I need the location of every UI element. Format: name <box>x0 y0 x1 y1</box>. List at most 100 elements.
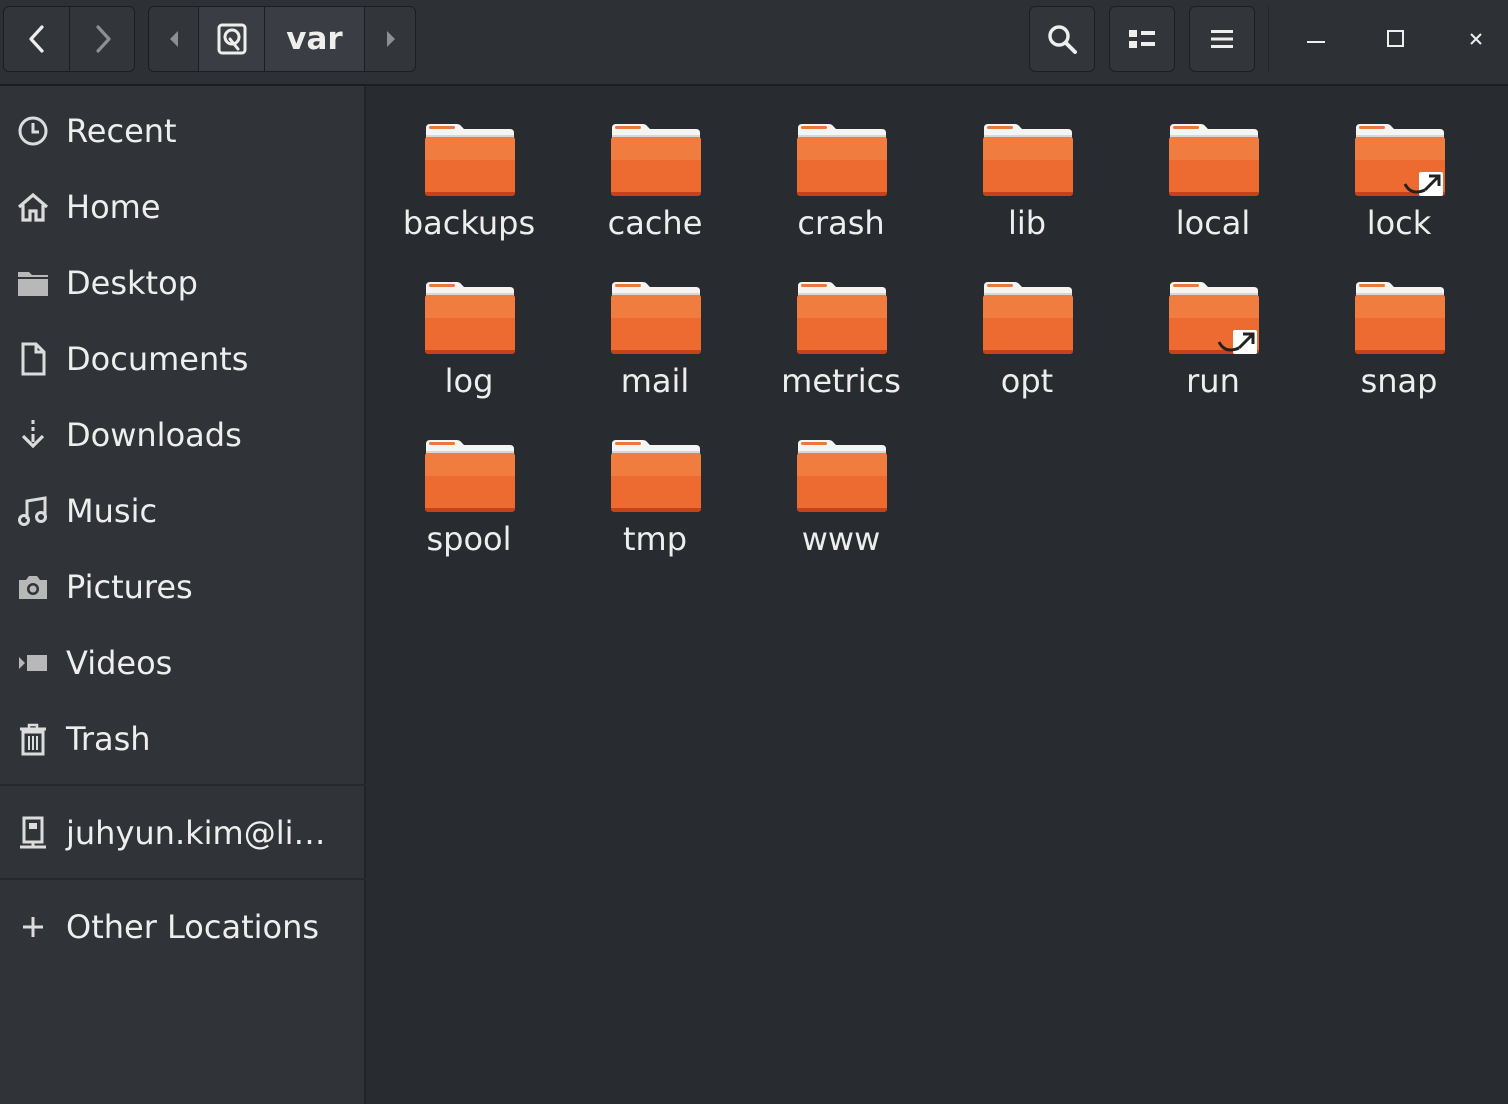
folder-item[interactable]: lock <box>1306 98 1492 248</box>
folder-icon <box>981 278 1075 358</box>
path-root-button[interactable] <box>199 7 265 71</box>
header-bar: var <box>0 0 1508 86</box>
folder-item[interactable]: local <box>1120 98 1306 248</box>
document-icon <box>16 342 50 376</box>
hamburger-menu-icon <box>1211 30 1233 48</box>
folder-name: backups <box>402 204 536 242</box>
folder-name: snap <box>1360 362 1438 400</box>
folder-item[interactable]: opt <box>934 256 1120 406</box>
folder-icon <box>1167 120 1261 200</box>
home-icon <box>16 190 50 224</box>
sidebar-item-label: Pictures <box>66 568 193 606</box>
back-button[interactable] <box>4 7 70 71</box>
sidebar-item-desktop[interactable]: Desktop <box>0 250 364 316</box>
folder-name: lib <box>1007 204 1047 242</box>
sidebar-item-network-server[interactable]: juhyun.kim@li… <box>0 800 364 866</box>
folder-icon <box>423 436 517 516</box>
sidebar-item-label: Documents <box>66 340 249 378</box>
folder-item[interactable]: spool <box>376 414 562 564</box>
folder-name: metrics <box>781 362 901 400</box>
header-separator <box>1268 6 1269 72</box>
folder-item[interactable]: snap <box>1306 256 1492 406</box>
sidebar-item-label: Downloads <box>66 416 242 454</box>
sidebar-item-pictures[interactable]: Pictures <box>0 554 364 620</box>
folder-item[interactable]: run <box>1120 256 1306 406</box>
folder-name: opt <box>1000 362 1054 400</box>
remote-server-icon <box>16 816 50 850</box>
sidebar-item-label: juhyun.kim@li… <box>66 814 326 852</box>
folder-name: run <box>1186 362 1240 400</box>
sidebar-item-home[interactable]: Home <box>0 174 364 240</box>
app-menu-button[interactable] <box>1189 6 1255 72</box>
list-view-icon <box>1129 30 1155 48</box>
folder-symlink-icon <box>1353 120 1447 200</box>
folder-name: www <box>801 520 881 558</box>
sidebar-item-downloads[interactable]: Downloads <box>0 402 364 468</box>
folder-icon <box>16 266 50 300</box>
folder-icon <box>609 278 703 358</box>
folder-name: crash <box>797 204 885 242</box>
sidebar-item-music[interactable]: Music <box>0 478 364 544</box>
folder-item[interactable]: mail <box>562 256 748 406</box>
minimize-icon <box>1307 41 1325 43</box>
sidebar-item-label: Videos <box>66 644 173 682</box>
path-scroll-right-icon <box>386 31 395 47</box>
folder-name: cache <box>607 204 703 242</box>
sidebar-item-trash[interactable]: Trash <box>0 706 364 772</box>
view-toggle-button[interactable] <box>1109 6 1175 72</box>
sidebar-item-documents[interactable]: Documents <box>0 326 364 392</box>
folder-name: spool <box>426 520 512 558</box>
sidebar-item-label: Trash <box>66 720 151 758</box>
camera-icon <box>16 570 50 604</box>
folder-item[interactable]: metrics <box>748 256 934 406</box>
folder-icon <box>795 120 889 200</box>
folder-icon <box>609 436 703 516</box>
sidebar-item-label: Desktop <box>66 264 198 302</box>
sidebar-item-recent[interactable]: Recent <box>0 98 364 164</box>
close-icon <box>1470 33 1482 45</box>
download-icon <box>16 418 50 452</box>
file-icon-view: backups cache crash lib local lock log m… <box>368 88 1508 1104</box>
path-scroll-left-icon <box>169 31 178 47</box>
path-scroll-right-button[interactable] <box>365 7 415 71</box>
folder-item[interactable]: cache <box>562 98 748 248</box>
folder-item[interactable]: crash <box>748 98 934 248</box>
video-icon <box>16 646 50 680</box>
search-icon <box>1048 25 1077 54</box>
folder-item[interactable]: tmp <box>562 414 748 564</box>
folder-icon <box>423 278 517 358</box>
sidebar-item-other-locations[interactable]: Other Locations <box>0 894 364 960</box>
folder-item[interactable]: lib <box>934 98 1120 248</box>
folder-icon <box>1353 278 1447 358</box>
folder-name: tmp <box>622 520 688 558</box>
folder-icon <box>423 120 517 200</box>
sidebar-item-label: Recent <box>66 112 177 150</box>
navigation-buttons <box>3 6 135 72</box>
folder-symlink-icon <box>1167 278 1261 358</box>
folder-name: log <box>444 362 494 400</box>
drive-icon <box>217 23 246 55</box>
places-sidebar: Recent Home Desktop Documents Downloads … <box>0 86 366 1104</box>
folder-icon <box>609 120 703 200</box>
path-bar: var <box>148 6 416 72</box>
folder-icon <box>981 120 1075 200</box>
maximize-icon <box>1387 30 1404 47</box>
sidebar-item-label: Other Locations <box>66 908 320 946</box>
sidebar-item-label: Home <box>66 188 161 226</box>
path-current-label: var <box>286 21 343 57</box>
folder-icon <box>795 278 889 358</box>
folder-item[interactable]: www <box>748 414 934 564</box>
sidebar-separator <box>0 784 366 786</box>
folder-item[interactable]: log <box>376 256 562 406</box>
folder-name: mail <box>620 362 690 400</box>
maximize-button[interactable] <box>1366 10 1426 68</box>
close-button[interactable] <box>1446 10 1506 68</box>
forward-button[interactable] <box>70 7 134 71</box>
sidebar-item-videos[interactable]: Videos <box>0 630 364 696</box>
minimize-button[interactable] <box>1286 10 1346 68</box>
path-current-button[interactable]: var <box>265 7 365 71</box>
path-scroll-left-button[interactable] <box>149 7 199 71</box>
search-button[interactable] <box>1029 6 1095 72</box>
folder-name: lock <box>1366 204 1432 242</box>
folder-item[interactable]: backups <box>376 98 562 248</box>
